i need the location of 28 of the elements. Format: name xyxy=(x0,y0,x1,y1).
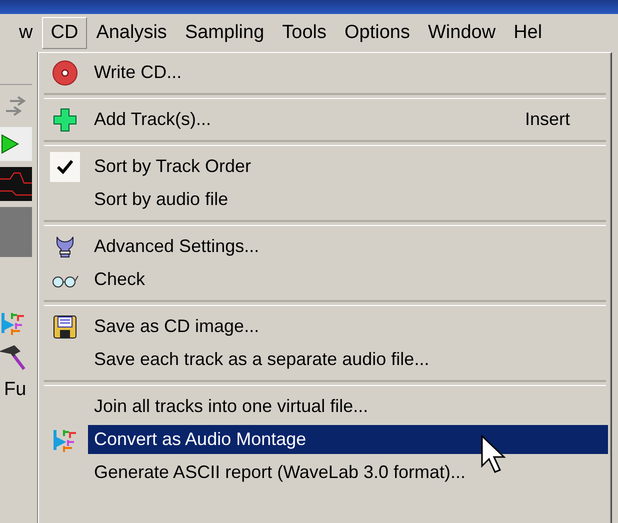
menu-bar-item[interactable]: w xyxy=(18,17,42,49)
menu-item[interactable]: Check xyxy=(88,265,608,294)
menu-bar-item[interactable]: CD xyxy=(42,17,88,49)
menu-item[interactable]: Sort by Track Order xyxy=(88,152,608,181)
menu-item[interactable]: Sort by audio file xyxy=(88,185,608,214)
menu-bar-item[interactable]: Analysis xyxy=(87,17,176,49)
plus-icon xyxy=(52,106,78,132)
menu-item[interactable]: Save each track as a separate audio file... xyxy=(88,345,608,374)
menu-bar-item[interactable]: Hel xyxy=(504,17,552,49)
menu-bar-item[interactable]: Sampling xyxy=(176,17,274,49)
panel-block xyxy=(0,207,32,257)
menu-bar-item[interactable]: Options xyxy=(336,17,419,49)
cd-disc-icon xyxy=(52,60,78,86)
menu-bar-item[interactable]: Tools xyxy=(273,17,336,49)
toolbar-label: Fu xyxy=(3,379,28,401)
menu-item[interactable]: Save as CD image... xyxy=(88,312,608,341)
play-button[interactable] xyxy=(0,127,32,161)
play-icon xyxy=(0,133,20,155)
menu-item[interactable]: Add Track(s)... xyxy=(88,105,525,134)
menu-item[interactable]: Join all tracks into one virtual file... xyxy=(88,392,608,421)
menu-item[interactable]: Convert as Audio Montage xyxy=(88,425,608,454)
menu-item[interactable]: Advanced Settings... xyxy=(88,232,608,261)
shortcut-label: Insert xyxy=(524,109,571,130)
menu-item[interactable]: Generate ASCII report (WaveLab 3.0 format)... xyxy=(88,458,608,487)
menu-bar-item[interactable]: Window xyxy=(419,17,505,49)
mouse-pointer-icon xyxy=(481,435,507,473)
menu-item[interactable]: Write CD... xyxy=(88,58,608,87)
meter-icon xyxy=(0,167,32,201)
